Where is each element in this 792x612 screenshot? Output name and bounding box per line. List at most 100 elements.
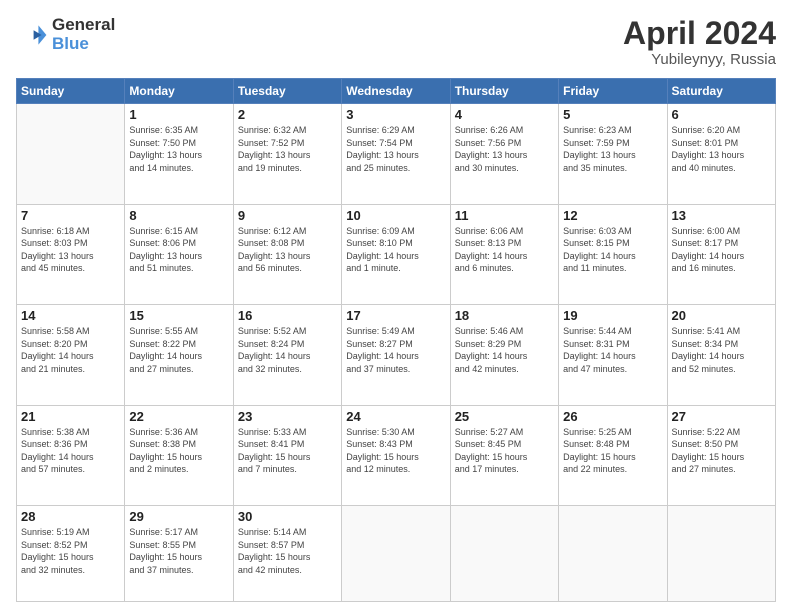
day-info: Sunrise: 5:41 AM Sunset: 8:34 PM Dayligh… [672,325,771,375]
day-number: 12 [563,208,662,223]
table-row: 20 Sunrise: 5:41 AM Sunset: 8:34 PM Dayli… [667,305,775,405]
day-info: Sunrise: 5:17 AM Sunset: 8:55 PM Dayligh… [129,526,228,576]
table-row: 8 Sunrise: 6:15 AM Sunset: 8:06 PM Daylig… [125,204,233,304]
table-row: 23Sunrise: 5:33 AM Sunset: 8:41 PM Dayli… [233,405,341,505]
day-number: 1 [129,107,228,122]
day-info: Sunrise: 5:52 AM Sunset: 8:24 PM Dayligh… [238,325,337,375]
table-row: 25 Sunrise: 5:27 AM Sunset: 8:45 PM Dayli… [450,405,558,505]
day-number: 30 [238,509,337,524]
table-row: 30 Sunrise: 5:14 AM Sunset: 8:57 PM Dayli… [233,506,341,602]
col-wednesday: Wednesday [342,79,450,104]
day-info: Sunrise: 6:00 AM Sunset: 8:17 PM Dayligh… [672,225,771,275]
table-row [17,104,125,204]
day-info: Sunrise: 5:27 AM Sunset: 8:45 PM Dayligh… [455,426,554,476]
table-row [342,506,450,602]
table-row: 13 Sunrise: 6:00 AM Sunset: 8:17 PM Dayli… [667,204,775,304]
day-number: 24 [346,409,445,424]
table-row: 29 Sunrise: 5:17 AM Sunset: 8:55 PM Dayli… [125,506,233,602]
table-row [667,506,775,602]
day-info: Sunrise: 6:09 AM Sunset: 8:10 PM Dayligh… [346,225,445,275]
day-info: Sunrise: 6:23 AM Sunset: 7:59 PM Dayligh… [563,124,662,174]
day-number: 10 [346,208,445,223]
day-number: 25 [455,409,554,424]
day-info: Sunrise: 5:44 AM Sunset: 8:31 PM Dayligh… [563,325,662,375]
table-row: 22Sunrise: 5:36 AM Sunset: 8:38 PM Dayli… [125,405,233,505]
table-row: 11 Sunrise: 6:06 AM Sunset: 8:13 PM Dayli… [450,204,558,304]
day-number: 3 [346,107,445,122]
col-tuesday: Tuesday [233,79,341,104]
day-info: Sunrise: 6:06 AM Sunset: 8:13 PM Dayligh… [455,225,554,275]
day-number: 28 [21,509,120,524]
page: General Blue April 2024 Yubileynyy, Russ… [0,0,792,612]
day-info: Sunrise: 5:25 AM Sunset: 8:48 PM Dayligh… [563,426,662,476]
day-number: 14 [21,308,120,323]
day-number: 18 [455,308,554,323]
table-row: 3 Sunrise: 6:29 AM Sunset: 7:54 PM Daylig… [342,104,450,204]
logo-icon [16,19,48,51]
table-row: 14 Sunrise: 5:58 AM Sunset: 8:20 PM Dayli… [17,305,125,405]
day-info: Sunrise: 6:12 AM Sunset: 8:08 PM Dayligh… [238,225,337,275]
table-row: 26 Sunrise: 5:25 AM Sunset: 8:48 PM Dayli… [559,405,667,505]
title-block: April 2024 Yubileynyy, Russia [623,16,776,68]
day-info: Sunrise: 5:22 AM Sunset: 8:50 PM Dayligh… [672,426,771,476]
month-title: April 2024 [623,16,776,51]
day-info: Sunrise: 6:35 AM Sunset: 7:50 PM Dayligh… [129,124,228,174]
logo-text: General Blue [52,16,115,53]
day-number: 8 [129,208,228,223]
col-thursday: Thursday [450,79,558,104]
table-row: 21Sunrise: 5:38 AM Sunset: 8:36 PM Dayli… [17,405,125,505]
location: Yubileynyy, Russia [623,51,776,68]
col-friday: Friday [559,79,667,104]
day-info: Sunrise: 6:15 AM Sunset: 8:06 PM Dayligh… [129,225,228,275]
day-info: Sunrise: 5:46 AM Sunset: 8:29 PM Dayligh… [455,325,554,375]
calendar-header-row: Sunday Monday Tuesday Wednesday Thursday… [17,79,776,104]
table-row: 12 Sunrise: 6:03 AM Sunset: 8:15 PM Dayli… [559,204,667,304]
day-info: Sunrise: 6:32 AM Sunset: 7:52 PM Dayligh… [238,124,337,174]
table-row [450,506,558,602]
day-info: Sunrise: 6:29 AM Sunset: 7:54 PM Dayligh… [346,124,445,174]
calendar-table: Sunday Monday Tuesday Wednesday Thursday… [16,78,776,602]
day-info: Sunrise: 5:58 AM Sunset: 8:20 PM Dayligh… [21,325,120,375]
table-row: 18 Sunrise: 5:46 AM Sunset: 8:29 PM Dayli… [450,305,558,405]
day-number: 26 [563,409,662,424]
day-info: Sunrise: 5:14 AM Sunset: 8:57 PM Dayligh… [238,526,337,576]
header: General Blue April 2024 Yubileynyy, Russ… [16,16,776,68]
table-row: 19 Sunrise: 5:44 AM Sunset: 8:31 PM Dayli… [559,305,667,405]
day-info: Sunrise: 5:19 AM Sunset: 8:52 PM Dayligh… [21,526,120,576]
day-number: 5 [563,107,662,122]
table-row: 9 Sunrise: 6:12 AM Sunset: 8:08 PM Daylig… [233,204,341,304]
day-number: 6 [672,107,771,122]
day-info: Sunrise: 6:03 AM Sunset: 8:15 PM Dayligh… [563,225,662,275]
day-number: 7 [21,208,120,223]
table-row: 6Sunrise: 6:20 AM Sunset: 8:01 PM Daylig… [667,104,775,204]
day-number: 16 [238,308,337,323]
day-number: 20 [672,308,771,323]
day-info: Sunrise: 6:18 AM Sunset: 8:03 PM Dayligh… [21,225,120,275]
day-number: 4 [455,107,554,122]
day-number: 11 [455,208,554,223]
day-info: Sunrise: 6:26 AM Sunset: 7:56 PM Dayligh… [455,124,554,174]
day-number: 29 [129,509,228,524]
day-number: 17 [346,308,445,323]
day-info: Sunrise: 5:49 AM Sunset: 8:27 PM Dayligh… [346,325,445,375]
day-number: 27 [672,409,771,424]
table-row [559,506,667,602]
table-row: 4 Sunrise: 6:26 AM Sunset: 7:56 PM Daylig… [450,104,558,204]
table-row: 1 Sunrise: 6:35 AM Sunset: 7:50 PM Daylig… [125,104,233,204]
table-row: 10 Sunrise: 6:09 AM Sunset: 8:10 PM Dayli… [342,204,450,304]
table-row: 5 Sunrise: 6:23 AM Sunset: 7:59 PM Daylig… [559,104,667,204]
col-monday: Monday [125,79,233,104]
logo: General Blue [16,16,115,53]
table-row: 16 Sunrise: 5:52 AM Sunset: 8:24 PM Dayli… [233,305,341,405]
day-info: Sunrise: 5:55 AM Sunset: 8:22 PM Dayligh… [129,325,228,375]
day-number: 21 [21,409,120,424]
table-row: 24 Sunrise: 5:30 AM Sunset: 8:43 PM Dayli… [342,405,450,505]
day-number: 2 [238,107,337,122]
day-info: Sunrise: 5:30 AM Sunset: 8:43 PM Dayligh… [346,426,445,476]
day-number: 9 [238,208,337,223]
day-number: 13 [672,208,771,223]
table-row: 27 Sunrise: 5:22 AM Sunset: 8:50 PM Dayli… [667,405,775,505]
day-number: 19 [563,308,662,323]
table-row: 17 Sunrise: 5:49 AM Sunset: 8:27 PM Dayli… [342,305,450,405]
table-row: 7 Sunrise: 6:18 AM Sunset: 8:03 PM Daylig… [17,204,125,304]
